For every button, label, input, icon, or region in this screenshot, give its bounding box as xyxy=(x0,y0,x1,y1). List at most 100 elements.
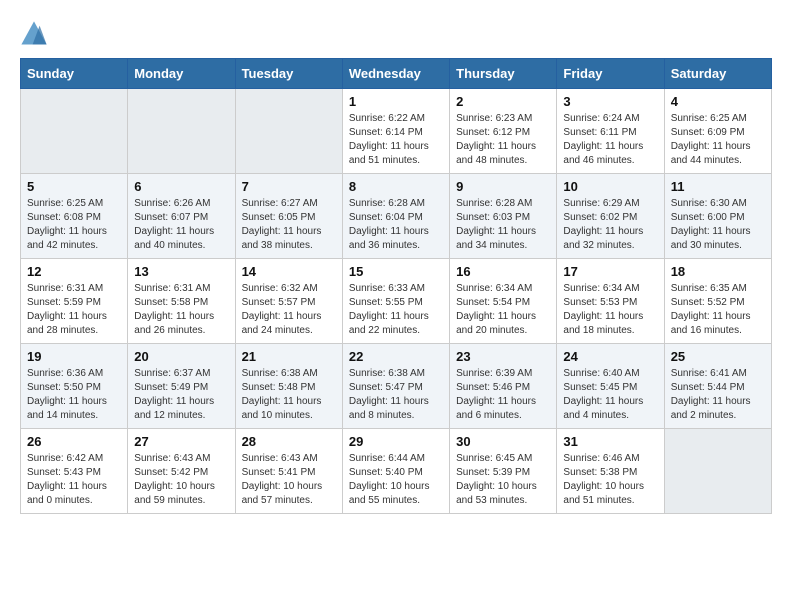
sunrise-text: Sunrise: 6:24 AM xyxy=(563,112,657,126)
sunrise-text: Sunrise: 6:35 AM xyxy=(671,282,765,296)
day-info: Sunrise: 6:23 AMSunset: 6:12 PMDaylight:… xyxy=(456,112,550,168)
daylight-text: Daylight: 10 hours and 59 minutes. xyxy=(134,480,228,508)
daylight-text: Daylight: 11 hours and 20 minutes. xyxy=(456,310,550,338)
sunrise-text: Sunrise: 6:28 AM xyxy=(349,197,443,211)
calendar-table: SundayMondayTuesdayWednesdayThursdayFrid… xyxy=(20,58,772,514)
daylight-text: Daylight: 11 hours and 38 minutes. xyxy=(242,225,336,253)
sunset-text: Sunset: 6:00 PM xyxy=(671,211,765,225)
sunset-text: Sunset: 5:43 PM xyxy=(27,466,121,480)
calendar-day-cell xyxy=(664,429,771,514)
day-info: Sunrise: 6:43 AMSunset: 5:41 PMDaylight:… xyxy=(242,452,336,508)
day-info: Sunrise: 6:28 AMSunset: 6:04 PMDaylight:… xyxy=(349,197,443,253)
day-info: Sunrise: 6:34 AMSunset: 5:54 PMDaylight:… xyxy=(456,282,550,338)
day-number: 21 xyxy=(242,349,336,364)
day-info: Sunrise: 6:44 AMSunset: 5:40 PMDaylight:… xyxy=(349,452,443,508)
sunrise-text: Sunrise: 6:34 AM xyxy=(563,282,657,296)
day-info: Sunrise: 6:31 AMSunset: 5:59 PMDaylight:… xyxy=(27,282,121,338)
sunrise-text: Sunrise: 6:29 AM xyxy=(563,197,657,211)
daylight-text: Daylight: 10 hours and 53 minutes. xyxy=(456,480,550,508)
calendar-day-cell xyxy=(21,89,128,174)
sunrise-text: Sunrise: 6:45 AM xyxy=(456,452,550,466)
sunset-text: Sunset: 5:54 PM xyxy=(456,296,550,310)
day-number: 6 xyxy=(134,179,228,194)
day-info: Sunrise: 6:25 AMSunset: 6:08 PMDaylight:… xyxy=(27,197,121,253)
sunrise-text: Sunrise: 6:46 AM xyxy=(563,452,657,466)
day-info: Sunrise: 6:26 AMSunset: 6:07 PMDaylight:… xyxy=(134,197,228,253)
calendar-day-cell: 4Sunrise: 6:25 AMSunset: 6:09 PMDaylight… xyxy=(664,89,771,174)
sunset-text: Sunset: 5:55 PM xyxy=(349,296,443,310)
calendar-day-cell: 10Sunrise: 6:29 AMSunset: 6:02 PMDayligh… xyxy=(557,174,664,259)
calendar-day-cell: 12 Sunrise: 6:31 AMSunset: 5:59 PMDayligh… xyxy=(21,259,128,344)
calendar-day-cell: 18 Sunrise: 6:35 AMSunset: 5:52 PMDayligh… xyxy=(664,259,771,344)
day-info: Sunrise: 6:30 AMSunset: 6:00 PMDaylight:… xyxy=(671,197,765,253)
sunset-text: Sunset: 6:05 PM xyxy=(242,211,336,225)
calendar-day-cell: 23Sunrise: 6:39 AMSunset: 5:46 PMDayligh… xyxy=(450,344,557,429)
day-number: 9 xyxy=(456,179,550,194)
logo xyxy=(20,20,52,48)
weekday-header-row: SundayMondayTuesdayWednesdayThursdayFrid… xyxy=(21,59,772,89)
sunrise-text: Sunrise: 6:33 AM xyxy=(349,282,443,296)
daylight-text: Daylight: 11 hours and 8 minutes. xyxy=(349,395,443,423)
calendar-day-cell: 21Sunrise: 6:38 AMSunset: 5:48 PMDayligh… xyxy=(235,344,342,429)
sunset-text: Sunset: 5:46 PM xyxy=(456,381,550,395)
calendar-day-cell: 1Sunrise: 6:22 AMSunset: 6:14 PMDaylight… xyxy=(342,89,449,174)
day-info: Sunrise: 6:38 AMSunset: 5:47 PMDaylight:… xyxy=(349,367,443,423)
day-number: 4 xyxy=(671,94,765,109)
sunrise-text: Sunrise: 6:40 AM xyxy=(563,367,657,381)
day-info: Sunrise: 6:36 AMSunset: 5:50 PMDaylight:… xyxy=(27,367,121,423)
daylight-text: Daylight: 10 hours and 55 minutes. xyxy=(349,480,443,508)
calendar-day-cell: 9Sunrise: 6:28 AMSunset: 6:03 PMDaylight… xyxy=(450,174,557,259)
calendar-day-cell: 3Sunrise: 6:24 AMSunset: 6:11 PMDaylight… xyxy=(557,89,664,174)
sunset-text: Sunset: 5:49 PM xyxy=(134,381,228,395)
calendar-week-row: 5Sunrise: 6:25 AMSunset: 6:08 PMDaylight… xyxy=(21,174,772,259)
sunrise-text: Sunrise: 6:26 AM xyxy=(134,197,228,211)
weekday-header-cell: Tuesday xyxy=(235,59,342,89)
daylight-text: Daylight: 11 hours and 6 minutes. xyxy=(456,395,550,423)
day-number: 15 xyxy=(349,264,443,279)
weekday-header-cell: Friday xyxy=(557,59,664,89)
sunrise-text: Sunrise: 6:44 AM xyxy=(349,452,443,466)
sunset-text: Sunset: 6:08 PM xyxy=(27,211,121,225)
sunrise-text: Sunrise: 6:32 AM xyxy=(242,282,336,296)
daylight-text: Daylight: 11 hours and 32 minutes. xyxy=(563,225,657,253)
day-number: 18 xyxy=(671,264,765,279)
sunset-text: Sunset: 5:50 PM xyxy=(27,381,121,395)
daylight-text: Daylight: 11 hours and 16 minutes. xyxy=(671,310,765,338)
day-number: 20 xyxy=(134,349,228,364)
calendar-day-cell: 14Sunrise: 6:32 AMSunset: 5:57 PMDayligh… xyxy=(235,259,342,344)
sunrise-text: Sunrise: 6:31 AM xyxy=(27,282,121,296)
sunset-text: Sunset: 6:02 PM xyxy=(563,211,657,225)
day-number: 23 xyxy=(456,349,550,364)
day-info: Sunrise: 6:24 AMSunset: 6:11 PMDaylight:… xyxy=(563,112,657,168)
sunset-text: Sunset: 5:39 PM xyxy=(456,466,550,480)
sunrise-text: Sunrise: 6:37 AM xyxy=(134,367,228,381)
calendar-day-cell: 20Sunrise: 6:37 AMSunset: 5:49 PMDayligh… xyxy=(128,344,235,429)
sunset-text: Sunset: 5:52 PM xyxy=(671,296,765,310)
day-number: 12 xyxy=(27,264,121,279)
day-number: 24 xyxy=(563,349,657,364)
day-info: Sunrise: 6:41 AMSunset: 5:44 PMDaylight:… xyxy=(671,367,765,423)
day-number: 19 xyxy=(27,349,121,364)
sunset-text: Sunset: 5:58 PM xyxy=(134,296,228,310)
calendar-day-cell: 25Sunrise: 6:41 AMSunset: 5:44 PMDayligh… xyxy=(664,344,771,429)
calendar-day-cell: 30Sunrise: 6:45 AMSunset: 5:39 PMDayligh… xyxy=(450,429,557,514)
sunrise-text: Sunrise: 6:34 AM xyxy=(456,282,550,296)
calendar-day-cell: 2Sunrise: 6:23 AMSunset: 6:12 PMDaylight… xyxy=(450,89,557,174)
sunrise-text: Sunrise: 6:23 AM xyxy=(456,112,550,126)
calendar-day-cell: 31Sunrise: 6:46 AMSunset: 5:38 PMDayligh… xyxy=(557,429,664,514)
calendar-day-cell: 6 Sunrise: 6:26 AMSunset: 6:07 PMDaylight… xyxy=(128,174,235,259)
sunset-text: Sunset: 6:12 PM xyxy=(456,126,550,140)
calendar-day-cell: 11Sunrise: 6:30 AMSunset: 6:00 PMDayligh… xyxy=(664,174,771,259)
day-number: 14 xyxy=(242,264,336,279)
sunrise-text: Sunrise: 6:28 AM xyxy=(456,197,550,211)
sunrise-text: Sunrise: 6:27 AM xyxy=(242,197,336,211)
day-number: 28 xyxy=(242,434,336,449)
daylight-text: Daylight: 11 hours and 48 minutes. xyxy=(456,140,550,168)
calendar-day-cell: 19 Sunrise: 6:36 AMSunset: 5:50 PMDayligh… xyxy=(21,344,128,429)
day-number: 27 xyxy=(134,434,228,449)
logo-icon xyxy=(20,20,48,48)
calendar-week-row: 12 Sunrise: 6:31 AMSunset: 5:59 PMDayligh… xyxy=(21,259,772,344)
sunset-text: Sunset: 5:47 PM xyxy=(349,381,443,395)
day-info: Sunrise: 6:27 AMSunset: 6:05 PMDaylight:… xyxy=(242,197,336,253)
sunrise-text: Sunrise: 6:31 AM xyxy=(134,282,228,296)
